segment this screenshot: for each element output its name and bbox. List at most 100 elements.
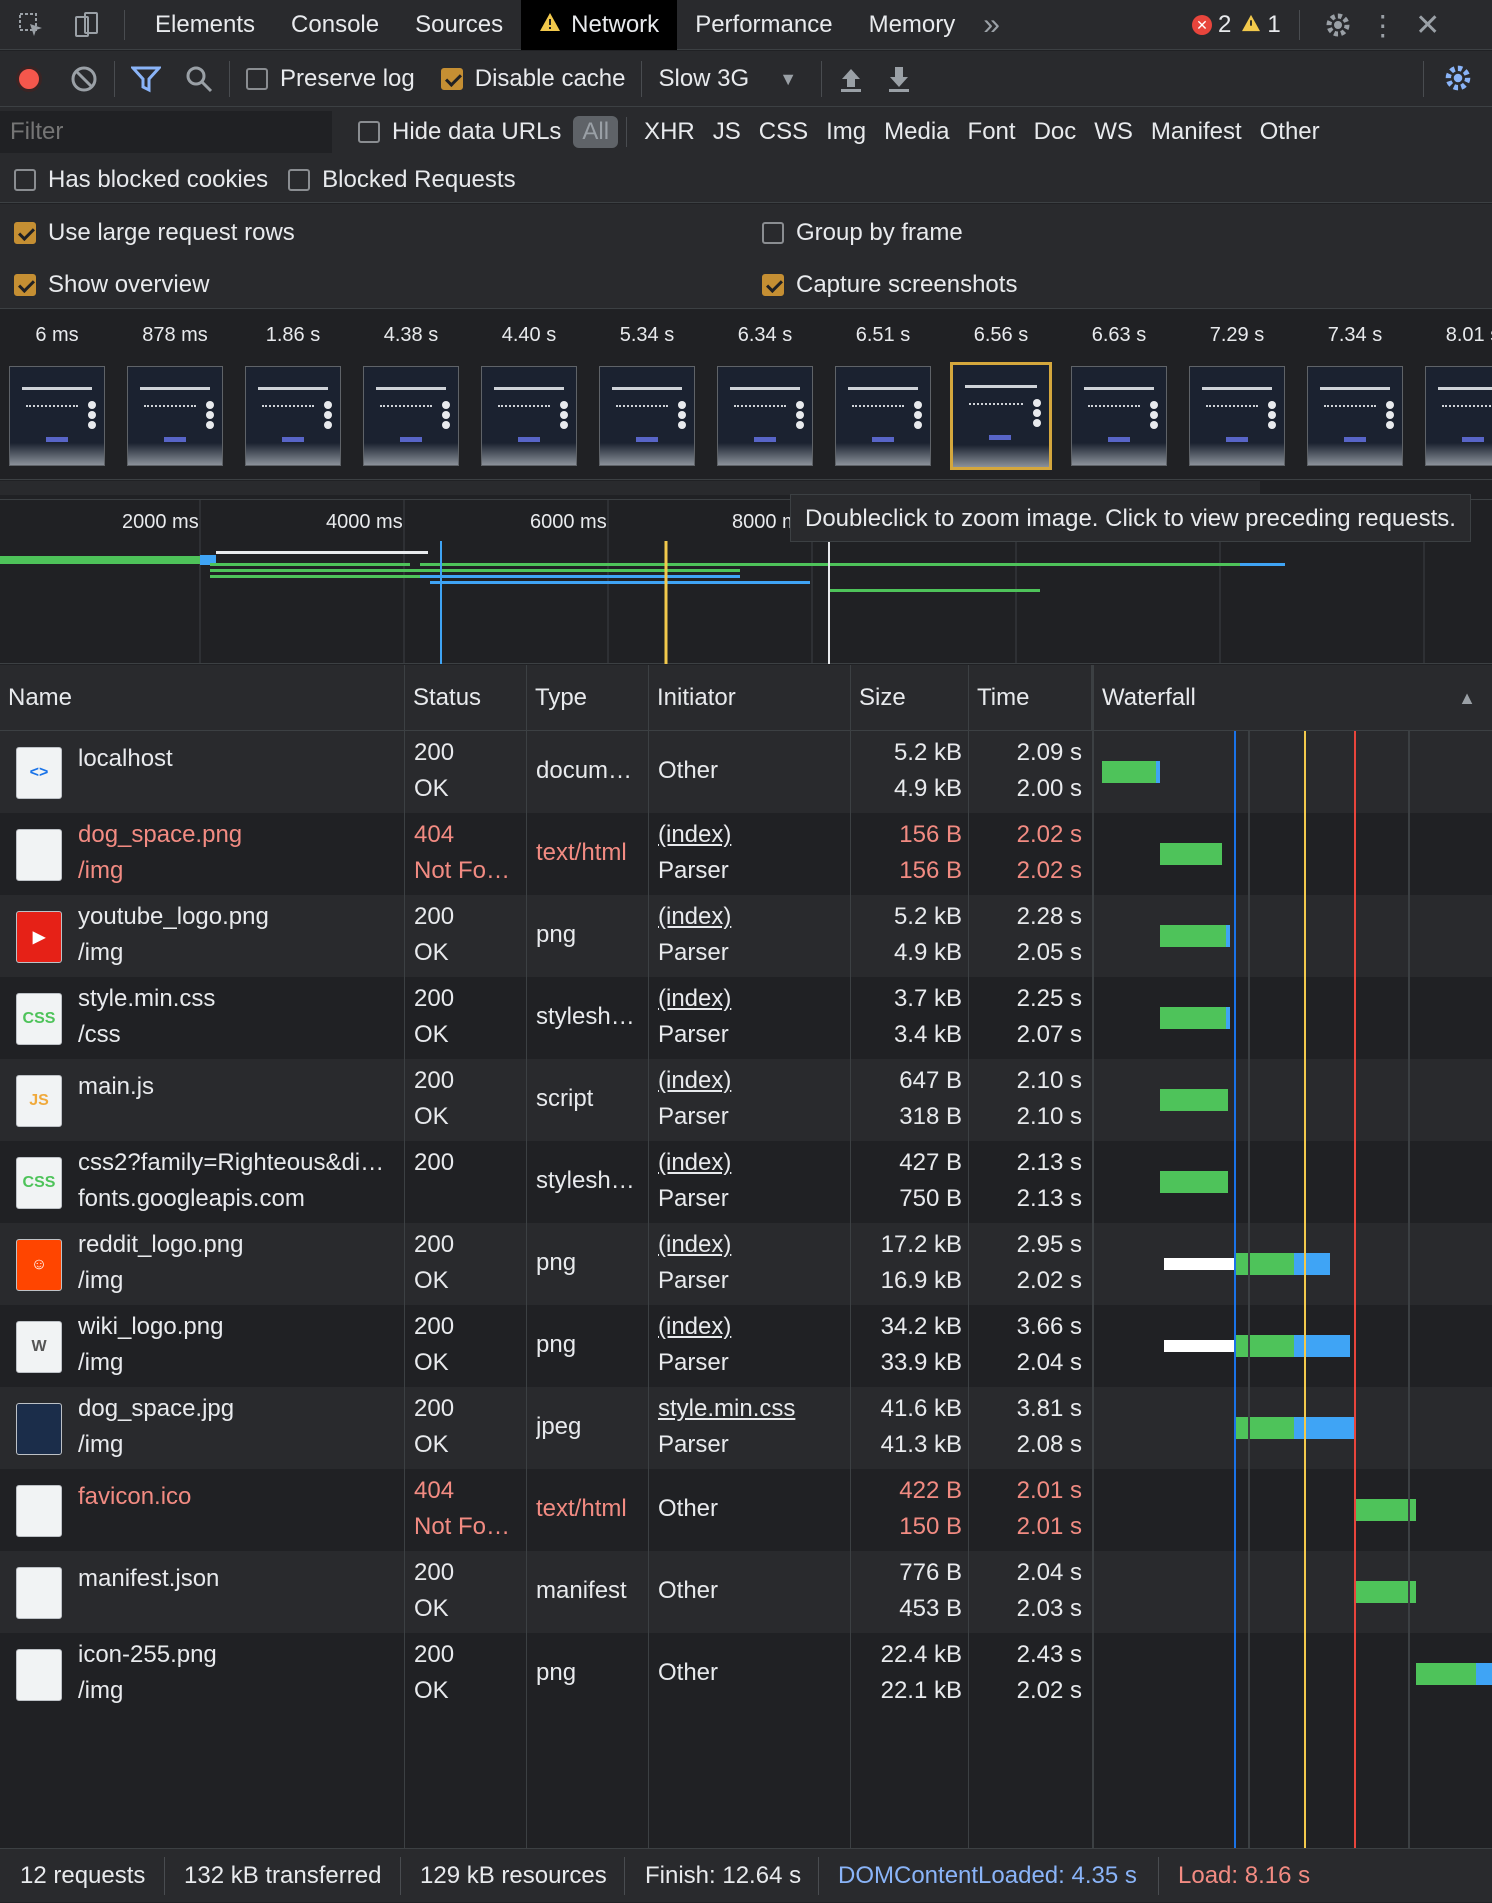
- col-header-time[interactable]: Time: [969, 665, 1092, 731]
- capture-screenshots-check[interactable]: [762, 274, 784, 296]
- export-har-icon[interactable]: [886, 65, 912, 93]
- request-name[interactable]: wiki_logo.png: [78, 1313, 396, 1341]
- show-overview-check[interactable]: [14, 274, 36, 296]
- col-header-size[interactable]: Size: [851, 665, 969, 731]
- filter-type-js[interactable]: JS: [704, 116, 750, 148]
- group-by-frame-check[interactable]: [762, 222, 784, 244]
- filter-type-all[interactable]: All: [573, 116, 619, 148]
- filter-type-media[interactable]: Media: [875, 116, 958, 148]
- filter-type-ws[interactable]: WS: [1085, 116, 1142, 148]
- warning-count-badge[interactable]: 1: [1241, 11, 1281, 39]
- filter-type-xhr[interactable]: XHR: [635, 116, 704, 148]
- table-row[interactable]: ☺ reddit_logo.png/img 200 OK png (index) Parse…: [0, 1223, 1092, 1305]
- filter-funnel-icon[interactable]: [131, 65, 161, 93]
- request-name[interactable]: youtube_logo.png: [78, 903, 396, 931]
- col-header-name[interactable]: Name: [0, 665, 405, 731]
- preserve-log-checkbox[interactable]: Preserve log: [246, 65, 415, 93]
- network-settings-gear-icon[interactable]: [1443, 63, 1473, 93]
- filmstrip-frame[interactable]: 6.51 s: [828, 310, 938, 466]
- col-header-waterfall[interactable]: Waterfall ▲: [1092, 665, 1492, 731]
- hide-data-urls-checkbox[interactable]: Hide data URLs: [358, 118, 561, 146]
- filmstrip-frame[interactable]: 8.01 s: [1418, 310, 1492, 466]
- tab-sources[interactable]: Sources: [397, 0, 521, 50]
- request-name[interactable]: localhost: [78, 745, 396, 773]
- filter-type-manifest[interactable]: Manifest: [1142, 116, 1251, 148]
- col-header-initiator[interactable]: Initiator: [649, 665, 851, 731]
- filter-type-doc[interactable]: Doc: [1025, 116, 1086, 148]
- filmstrip-frame[interactable]: 6.63 s: [1064, 310, 1174, 466]
- table-row[interactable]: CSS style.min.css/css 200 OK stylesh… (index)…: [0, 977, 1092, 1059]
- request-initiator-link[interactable]: (index): [658, 1067, 846, 1095]
- filmstrip-frame[interactable]: 5.34 s: [592, 310, 702, 466]
- request-initiator-link[interactable]: (index): [658, 985, 846, 1013]
- request-name[interactable]: icon-255.png: [78, 1641, 396, 1669]
- table-row[interactable]: ▶ youtube_logo.png/img 200 OK png (index) Pars…: [0, 895, 1092, 977]
- hide-data-urls-check[interactable]: [358, 121, 380, 143]
- filter-type-font[interactable]: Font: [959, 116, 1025, 148]
- large-rows-checkbox[interactable]: Use large request rows: [14, 212, 295, 254]
- request-name[interactable]: dog_space.png: [78, 821, 396, 849]
- disable-cache-checkbox[interactable]: Disable cache: [440, 65, 625, 93]
- blocked-requests-check[interactable]: [288, 169, 311, 191]
- tab-network[interactable]: Network: [521, 0, 678, 50]
- show-overview-checkbox[interactable]: Show overview: [14, 264, 209, 306]
- filmstrip-frame[interactable]: 7.29 s: [1182, 310, 1292, 466]
- disable-cache-check[interactable]: [440, 68, 463, 90]
- filmstrip-frame[interactable]: 878 ms: [120, 310, 230, 466]
- close-devtools-icon[interactable]: ✕: [1408, 8, 1448, 43]
- tab-performance[interactable]: Performance: [677, 0, 850, 50]
- filmstrip-frame[interactable]: 1.86 s: [238, 310, 348, 466]
- filmstrip-frame[interactable]: 6.56 s: [946, 310, 1056, 470]
- has-blocked-cookies-check[interactable]: [14, 169, 36, 191]
- filmstrip-frame[interactable]: 4.38 s: [356, 310, 466, 466]
- table-row[interactable]: favicon.ico 404 Not Fo… text/html Other 422 B…: [0, 1469, 1092, 1551]
- blocked-requests-checkbox[interactable]: Blocked Requests: [288, 166, 516, 194]
- table-row[interactable]: manifest.json 200 OK manifest Other 776 B 453 …: [0, 1551, 1092, 1633]
- request-initiator-link[interactable]: style.min.css: [658, 1395, 846, 1423]
- filter-type-other[interactable]: Other: [1251, 116, 1329, 148]
- group-by-frame-checkbox[interactable]: Group by frame: [762, 212, 963, 254]
- preserve-log-check[interactable]: [246, 68, 268, 90]
- filmstrip-frame[interactable]: 4.40 s: [474, 310, 584, 466]
- tab-memory[interactable]: Memory: [851, 0, 974, 50]
- request-name[interactable]: manifest.json: [78, 1565, 396, 1593]
- filter-type-img[interactable]: Img: [817, 116, 875, 148]
- table-row[interactable]: icon-255.png/img 200 OK png Other 22.4 kB 22.1…: [0, 1633, 1092, 1715]
- filter-input[interactable]: [0, 111, 332, 153]
- tab-console[interactable]: Console: [273, 0, 397, 50]
- kebab-menu-icon[interactable]: ⋮: [1358, 9, 1408, 42]
- request-initiator-link[interactable]: (index): [658, 1231, 846, 1259]
- capture-screenshots-checkbox[interactable]: Capture screenshots: [762, 264, 1017, 306]
- col-header-status[interactable]: Status: [405, 665, 527, 731]
- table-row[interactable]: JS main.js 200 OK script (index) Parser 647 B 31…: [0, 1059, 1092, 1141]
- device-toolbar-icon[interactable]: [62, 0, 112, 50]
- table-row[interactable]: Wwiki_logo.png/img 200 OK png (index) Parser 3…: [0, 1305, 1092, 1387]
- col-header-type[interactable]: Type: [527, 665, 649, 731]
- request-initiator-link[interactable]: (index): [658, 821, 846, 849]
- request-initiator-link[interactable]: (index): [658, 1149, 846, 1177]
- table-row[interactable]: <> localhost 200 OK docum… Other 5.2 kB 4.9 kB 2…: [0, 731, 1092, 813]
- table-row[interactable]: dog_space.jpg/img 200 OK jpeg style.min.css P…: [0, 1387, 1092, 1469]
- request-name[interactable]: favicon.ico: [78, 1483, 396, 1511]
- request-name[interactable]: reddit_logo.png: [78, 1231, 396, 1259]
- request-name[interactable]: dog_space.jpg: [78, 1395, 396, 1423]
- more-tabs-button[interactable]: »: [973, 0, 1010, 50]
- request-initiator-link[interactable]: (index): [658, 1313, 846, 1341]
- large-rows-check[interactable]: [14, 222, 36, 244]
- import-har-icon[interactable]: [838, 65, 864, 93]
- table-row[interactable]: dog_space.png/img 404 Not Fo… text/html (ind…: [0, 813, 1092, 895]
- filmstrip-frame[interactable]: 6 ms: [2, 310, 112, 466]
- request-name[interactable]: main.js: [78, 1073, 396, 1101]
- filter-type-css[interactable]: CSS: [750, 116, 817, 148]
- request-name[interactable]: css2?family=Righteous&di…: [78, 1149, 396, 1177]
- has-blocked-cookies-checkbox[interactable]: Has blocked cookies: [14, 166, 268, 194]
- search-icon[interactable]: [185, 65, 213, 93]
- tab-elements[interactable]: Elements: [137, 0, 273, 50]
- filmstrip-frame[interactable]: 6.34 s: [710, 310, 820, 466]
- error-count-badge[interactable]: ✕ 2: [1192, 11, 1231, 39]
- settings-gear-icon[interactable]: [1318, 11, 1358, 39]
- throttling-select[interactable]: Slow 3G ▼: [658, 65, 797, 93]
- clear-icon[interactable]: [70, 65, 98, 93]
- record-button[interactable]: [16, 66, 42, 92]
- inspect-element-icon[interactable]: [0, 0, 62, 50]
